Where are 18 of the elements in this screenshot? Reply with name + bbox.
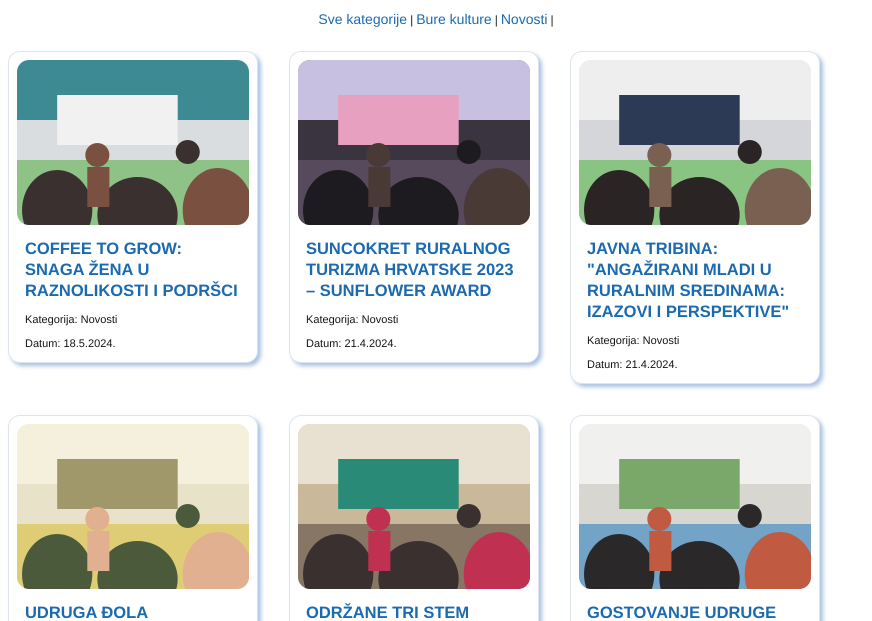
separator: | <box>410 12 414 28</box>
post-title[interactable]: JAVNA TRIBINA: "ANGAŽIRANI MLADI U RURALNIM SREDINAMA: IZAZOVI I PERSPEKTIVE" <box>579 239 811 323</box>
post-title[interactable]: COFFEE TO GROW: SNAGA ŽENA U RAZNOLIKOSTI I PODRŠCI <box>17 239 249 302</box>
category-link[interactable]: Novosti <box>500 9 548 30</box>
category-link[interactable]: Bure kulture <box>416 9 492 30</box>
post-date: Datum: 21.4.2024. <box>586 358 679 372</box>
separator: | <box>494 12 498 28</box>
post-category: Kategorija: Novosti <box>24 313 118 328</box>
post-title[interactable]: SUNCOKRET RURALNOG TURIZMA HRVATSKE 2023 – SUNFLOWER AWARD <box>298 239 530 302</box>
post-date: Datum: 18.5.2024. <box>24 336 117 352</box>
post-title[interactable]: UDRUGA ĐOLA <box>17 603 249 621</box>
post-title[interactable]: GOSTOVANJE UDRUGE <box>579 603 811 621</box>
post-date: Datum: 21.4.2024. <box>305 336 398 352</box>
category-link[interactable]: Sve kategorije <box>318 9 408 30</box>
post-title[interactable]: ODRŽANE TRI STEM <box>298 603 530 621</box>
separator: | <box>550 12 554 28</box>
post-category: Kategorija: Novosti <box>305 313 400 328</box>
post-category: Kategorija: Novosti <box>586 334 680 349</box>
